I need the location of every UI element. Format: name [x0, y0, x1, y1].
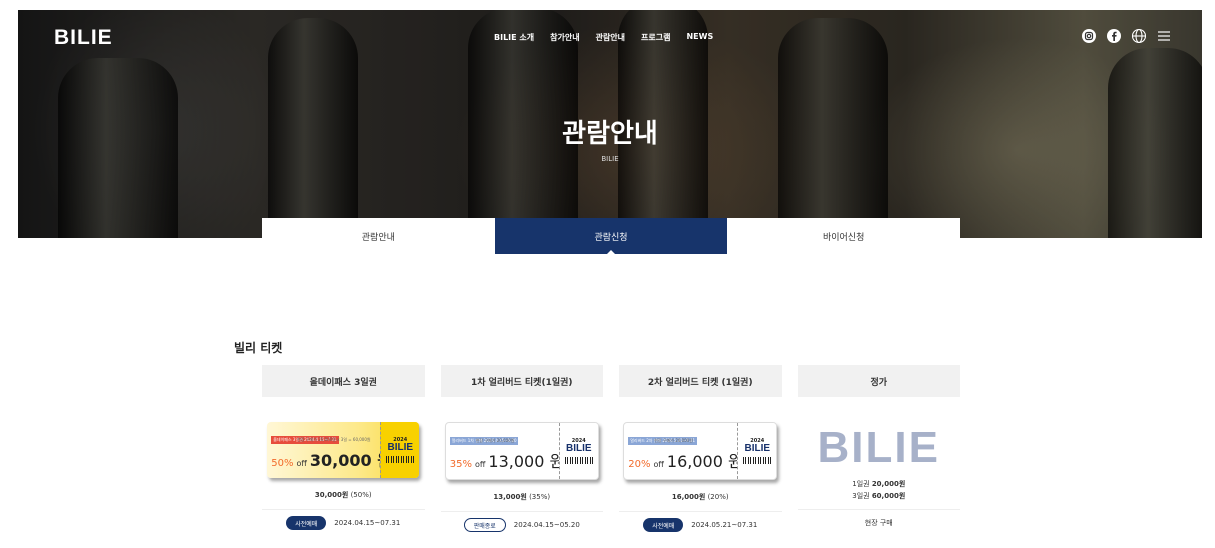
column-heading: 올데이패스 3일권 — [262, 365, 425, 397]
status-row: 판매종료 2024.04.15~05.20 — [463, 518, 580, 532]
price-value: 30,000원 — [314, 491, 349, 499]
ticket-note: 현장 구매가 20,000원 x 3일 = 60,000원 — [297, 437, 371, 442]
facebook-icon[interactable] — [1106, 28, 1122, 44]
price-discount: (20%) — [707, 493, 729, 501]
ticket-discount: 50% — [271, 458, 294, 469]
ticket-off: off — [474, 460, 486, 469]
price-line: 16,000원 (20%) — [672, 492, 729, 503]
status-row: 사전예매 2024.05.21~07.31 — [643, 518, 757, 532]
instagram-icon[interactable] — [1081, 28, 1097, 44]
divider — [797, 509, 960, 510]
ticket-logo: BILIE — [565, 443, 592, 454]
regular-price-list: 1일권 20,000원 3일권 60,000원 — [852, 478, 905, 502]
divider — [619, 511, 782, 512]
column-heading: 1차 얼리버드 티켓(1일권) — [440, 365, 603, 397]
ticket-image: 얼리버드 1차 판매 2024.4.15~5.20 현장 구매가 20,000원… — [444, 422, 599, 480]
price-value: 13,000원 — [493, 493, 527, 501]
ticket-columns: 올데이패스 3일권 올데이패스 3일권 2024.4.15~7.31 현장 구매… — [262, 365, 960, 532]
globe-icon[interactable] — [1131, 28, 1147, 44]
page-subtitle: BILIE — [601, 155, 619, 163]
sale-period: 2024.04.15~07.31 — [334, 519, 401, 527]
nav-item-program[interactable]: 프로그램 — [641, 32, 670, 43]
column-heading: 정가 — [797, 365, 960, 397]
ticket-logo: BILIE — [387, 442, 414, 453]
ticket-discount: 20% — [628, 459, 651, 470]
barcode-icon — [743, 457, 772, 464]
barcode-icon — [564, 457, 593, 464]
utility-icons — [1081, 28, 1172, 44]
tab-visit-info[interactable]: 관람안내 — [262, 218, 495, 254]
nav-item-participation[interactable]: 참가안내 — [550, 32, 579, 43]
nav-item-about[interactable]: BILIE 소개 — [494, 32, 534, 43]
section-title: 빌리 티켓 — [234, 341, 283, 355]
sale-period: 2024.05.21~07.31 — [691, 521, 758, 529]
site-logo[interactable]: BILIE — [54, 26, 113, 50]
hero-banner: BILIE BILIE 소개 참가안내 관람안내 프로그램 NEWS 관람안내 … — [18, 10, 1202, 238]
ticket-price: 13,000 원 — [488, 452, 565, 471]
ticket-image: 올데이패스 3일권 2024.4.15~7.31 현장 구매가 20,000원 … — [267, 422, 420, 478]
ticket-column: 2차 얼리버드 티켓 (1일권) 얼리버드 2차 판매 2024.5.21~7.… — [619, 365, 782, 532]
price-value: 20,000원 — [871, 480, 906, 488]
sold-out-badge: 판매종료 — [463, 518, 506, 532]
tab-visit-apply[interactable]: 관람신청 — [494, 218, 728, 254]
price-line: 13,000원 (35%) — [493, 492, 550, 503]
ticket-discount: 35% — [449, 459, 472, 470]
page-title: 관람안내 — [562, 119, 658, 149]
ticket-column: 1차 얼리버드 티켓(1일권) 얼리버드 1차 판매 2024.4.15~5.2… — [440, 365, 603, 532]
sub-tabs: 관람안내 관람신청 바이어신청 — [262, 218, 961, 254]
ticket-note: 현장 구매가 20,000원 — [475, 438, 515, 443]
ticket-note: 현장 구매가 20,000원 — [654, 438, 693, 443]
nav-item-news[interactable]: NEWS — [686, 32, 713, 43]
price-label: 3일권 — [852, 492, 870, 500]
ticket-column: 올데이패스 3일권 올데이패스 3일권 2024.4.15~7.31 현장 구매… — [262, 365, 425, 532]
ticket-off: off — [653, 460, 664, 469]
tab-buyer-apply[interactable]: 바이어신청 — [727, 218, 961, 254]
ticket-logo: BILIE — [744, 443, 771, 454]
price-discount: (50%) — [350, 491, 372, 499]
column-heading: 2차 얼리버드 티켓 (1일권) — [619, 365, 782, 397]
divider — [262, 509, 425, 510]
ticket-off: off — [296, 459, 307, 468]
price-label: 1일권 — [852, 480, 870, 488]
barcode-icon — [386, 456, 415, 463]
price-value: 16,000원 — [671, 493, 706, 501]
onsite-purchase-label: 현장 구매 — [864, 519, 893, 527]
ticket-column: 정가 BILIE 1일권 20,000원 3일권 60,000원 현장 구매 — [797, 365, 960, 532]
main-nav: BILIE 소개 참가안내 관람안내 프로그램 NEWS — [494, 32, 713, 43]
divider — [440, 511, 603, 512]
price-line: 30,000원 (50%) — [315, 490, 372, 501]
status-row: 사전예매 2024.04.15~07.31 — [286, 516, 400, 530]
presale-button[interactable]: 사전예매 — [286, 516, 327, 530]
nav-item-visit[interactable]: 관람안내 — [596, 32, 625, 43]
presale-button[interactable]: 사전예매 — [643, 518, 684, 532]
menu-icon[interactable] — [1156, 28, 1172, 44]
sale-period: 2024.04.15~05.20 — [513, 521, 580, 529]
status-row: 현장 구매 — [865, 518, 893, 528]
ticket-price: 16,000 원 — [666, 452, 743, 471]
ticket-image: 얼리버드 2차 판매 2024.5.21~7.31 현장 구매가 20,000원… — [623, 422, 778, 480]
bilie-logo: BILIE — [817, 423, 940, 472]
price-discount: (35%) — [529, 493, 551, 501]
price-value: 60,000원 — [871, 492, 906, 500]
